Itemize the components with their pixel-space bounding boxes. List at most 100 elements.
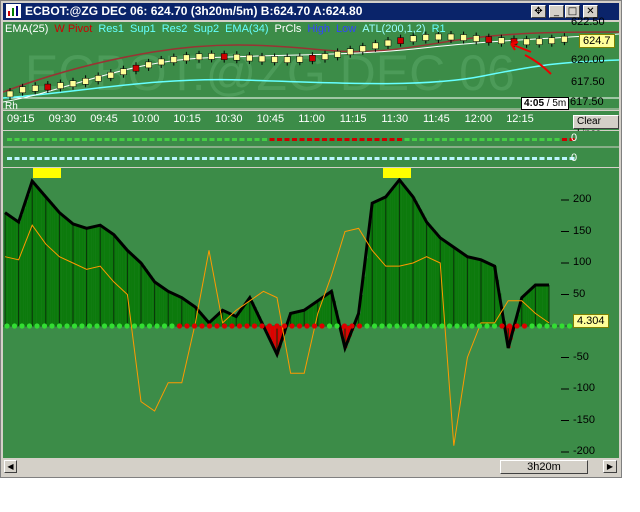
minimize-icon: _: [554, 6, 559, 17]
zero-dot: [476, 323, 483, 329]
osc-fill: [367, 239, 370, 326]
trend-dot: [397, 157, 402, 160]
candle: [523, 38, 530, 46]
price-panel[interactable]: ECBOT:@ZG DEC 06 EMA(25) W Pivot Res1 Sup1 R…: [3, 16, 619, 112]
zero-dot: [529, 323, 535, 329]
move-button[interactable]: ✥: [531, 5, 546, 18]
trend-dot: [254, 157, 260, 160]
candle: [498, 37, 505, 44]
trend-dot: [464, 138, 470, 141]
osc-fill: [41, 191, 44, 326]
zero-dot: [184, 323, 190, 329]
zero-dot: [559, 323, 565, 329]
zero-dot: [11, 323, 18, 329]
trend-dot: [352, 157, 357, 160]
time-label: 09:15: [7, 113, 35, 125]
y-tick-2: 617.50: [570, 96, 604, 108]
trend-dot: [52, 138, 57, 141]
osc-fill: [449, 244, 452, 326]
candle: [19, 86, 26, 94]
time-label: 09:45: [90, 113, 118, 125]
zero-dot: [191, 323, 198, 329]
oscillator-value-tag: 4.304: [573, 314, 609, 328]
horizontal-scrollbar[interactable]: ◀ 3h20m ▶: [3, 459, 619, 475]
trend-dot: [404, 157, 410, 160]
zero-dot: [514, 323, 520, 329]
scroll-thumb[interactable]: 3h20m: [500, 460, 588, 474]
zero-dot: [566, 323, 573, 329]
trend-dot: [119, 157, 125, 160]
oscillator-panel[interactable]: 200 150 100 50 -50 -100 -150 -200 4.304: [3, 168, 619, 458]
zero-dot: [371, 323, 378, 329]
minimize-button[interactable]: _: [549, 5, 564, 18]
osc-fill: [365, 258, 368, 326]
osc-y-tick-label: -150: [573, 413, 596, 426]
candle: [283, 56, 291, 63]
trend-dot: [232, 157, 237, 160]
trend-dot: [547, 138, 552, 141]
trend-dot: [247, 157, 252, 160]
trend-dot: [14, 157, 20, 160]
osc-fill: [170, 292, 173, 326]
osc-fill: [428, 224, 432, 326]
zero-dot: [131, 323, 138, 329]
zero-dot: [304, 323, 310, 329]
zero-dot: [356, 323, 363, 329]
osc-fill: [474, 258, 477, 326]
time-label: 10:00: [131, 113, 160, 125]
zero-dot: [56, 323, 63, 329]
trend-dot: [262, 138, 267, 141]
scroll-left-button[interactable]: ◀: [4, 460, 17, 473]
zero-dot: [274, 323, 280, 329]
trend-dot: [224, 138, 230, 141]
trend-dot: [179, 138, 185, 141]
trend-dot: [397, 138, 402, 141]
trend-dot: [232, 138, 237, 141]
clear-lines-button[interactable]: Clear Lines: [573, 115, 619, 139]
trend-dot: [239, 157, 245, 160]
dot-panels-canvas: [3, 138, 619, 160]
zero-dot: [484, 323, 490, 329]
osc-fill: [308, 307, 312, 326]
osc-fill: [68, 220, 71, 326]
peak-marker: [33, 168, 61, 178]
trend-dot: [194, 138, 200, 141]
osc-fill: [469, 257, 472, 326]
osc-fill: [48, 199, 51, 326]
trend-dot: [104, 157, 110, 160]
osc-fill: [240, 310, 244, 326]
zero-dot: [341, 323, 348, 329]
zero-dot: [431, 323, 438, 329]
time-label: 10:30: [215, 113, 243, 125]
trend-dot: [127, 138, 132, 141]
candle: [233, 53, 241, 61]
trend-dot: [142, 138, 147, 141]
zero-dot: [326, 323, 333, 329]
zero-dot: [439, 323, 445, 329]
osc-fill: [50, 202, 53, 326]
candle: [561, 35, 568, 43]
zero-dot: [26, 323, 33, 329]
osc-fill: [324, 296, 327, 326]
trend-dot: [502, 157, 507, 160]
trend-dot: [494, 157, 500, 160]
osc-fill: [322, 297, 325, 326]
trend-dot: [112, 138, 117, 141]
zero-dot: [251, 323, 258, 329]
trend-dot: [404, 138, 410, 141]
title-bar[interactable]: ECBOT:@ZG DEC 06: 624.70 (3h20m/5m) B:62…: [3, 3, 619, 20]
dot-row-1: [7, 138, 575, 141]
trend-dot: [239, 138, 245, 141]
time-axis: 09:15 09:30 09:45 10:00 10:15 10:30 10:45 11:00…: [3, 111, 619, 139]
osc-fill: [394, 185, 398, 326]
trend-dot: [44, 157, 50, 160]
osc-fill: [14, 218, 17, 326]
indicator-label-9: Low: [336, 23, 357, 35]
time-label: 12:15: [506, 113, 534, 125]
scroll-right-button[interactable]: ▶: [603, 460, 617, 473]
zero-dot: [386, 323, 393, 329]
osc-fill: [79, 226, 83, 326]
candle: [359, 45, 367, 53]
osc-fill: [190, 303, 194, 326]
zero-dot: [221, 323, 228, 329]
